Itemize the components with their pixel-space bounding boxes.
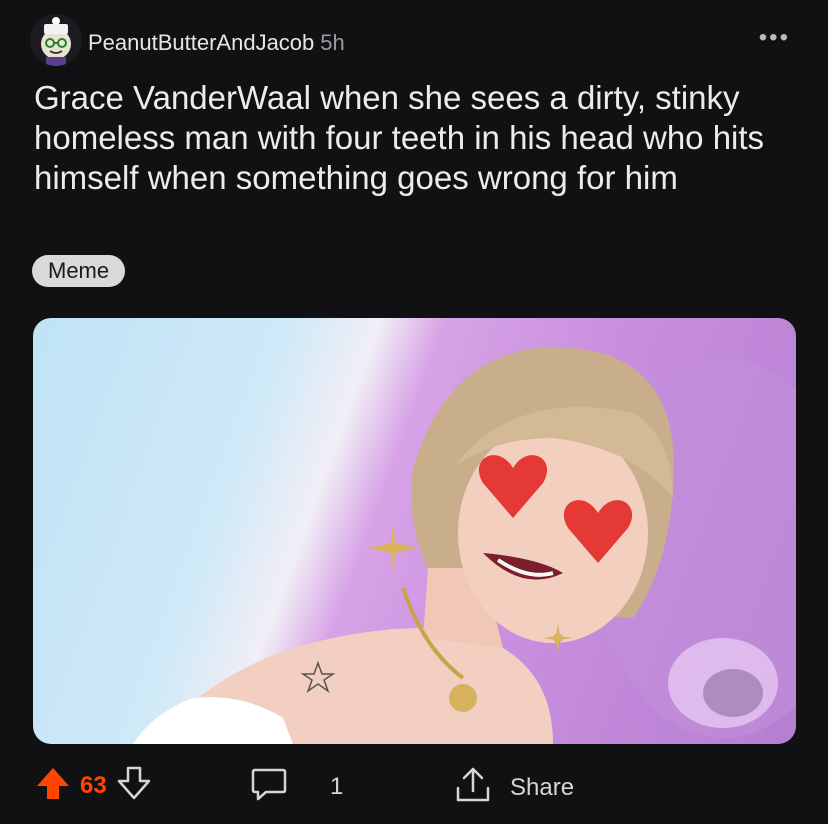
post-image[interactable]: [33, 318, 796, 744]
action-bar: 63 1 Share: [0, 760, 828, 810]
ellipsis-icon[interactable]: •••: [759, 24, 790, 52]
comment-button[interactable]: 1: [250, 766, 343, 807]
share-label: Share: [510, 773, 575, 801]
author-name[interactable]: PeanutButterAndJacob: [88, 30, 314, 55]
share-button[interactable]: Share: [454, 766, 574, 809]
comment-count: 1: [330, 772, 344, 800]
vote-group: 63: [36, 766, 151, 805]
post-header: PeanutButterAndJacob 5h •••: [30, 14, 800, 70]
vote-count: 63: [80, 771, 107, 799]
flair-badge[interactable]: Meme: [32, 255, 126, 287]
post-age: 5h: [320, 30, 345, 55]
share-icon: [454, 766, 492, 809]
comment-icon: [250, 766, 288, 807]
post-meta: PeanutButterAndJacob 5h: [88, 30, 345, 56]
avatar[interactable]: [30, 14, 82, 66]
post-title[interactable]: Grace VanderWaal when she sees a dirty, …: [34, 78, 804, 198]
downvote-icon[interactable]: [117, 766, 151, 805]
upvote-icon[interactable]: [36, 766, 70, 805]
